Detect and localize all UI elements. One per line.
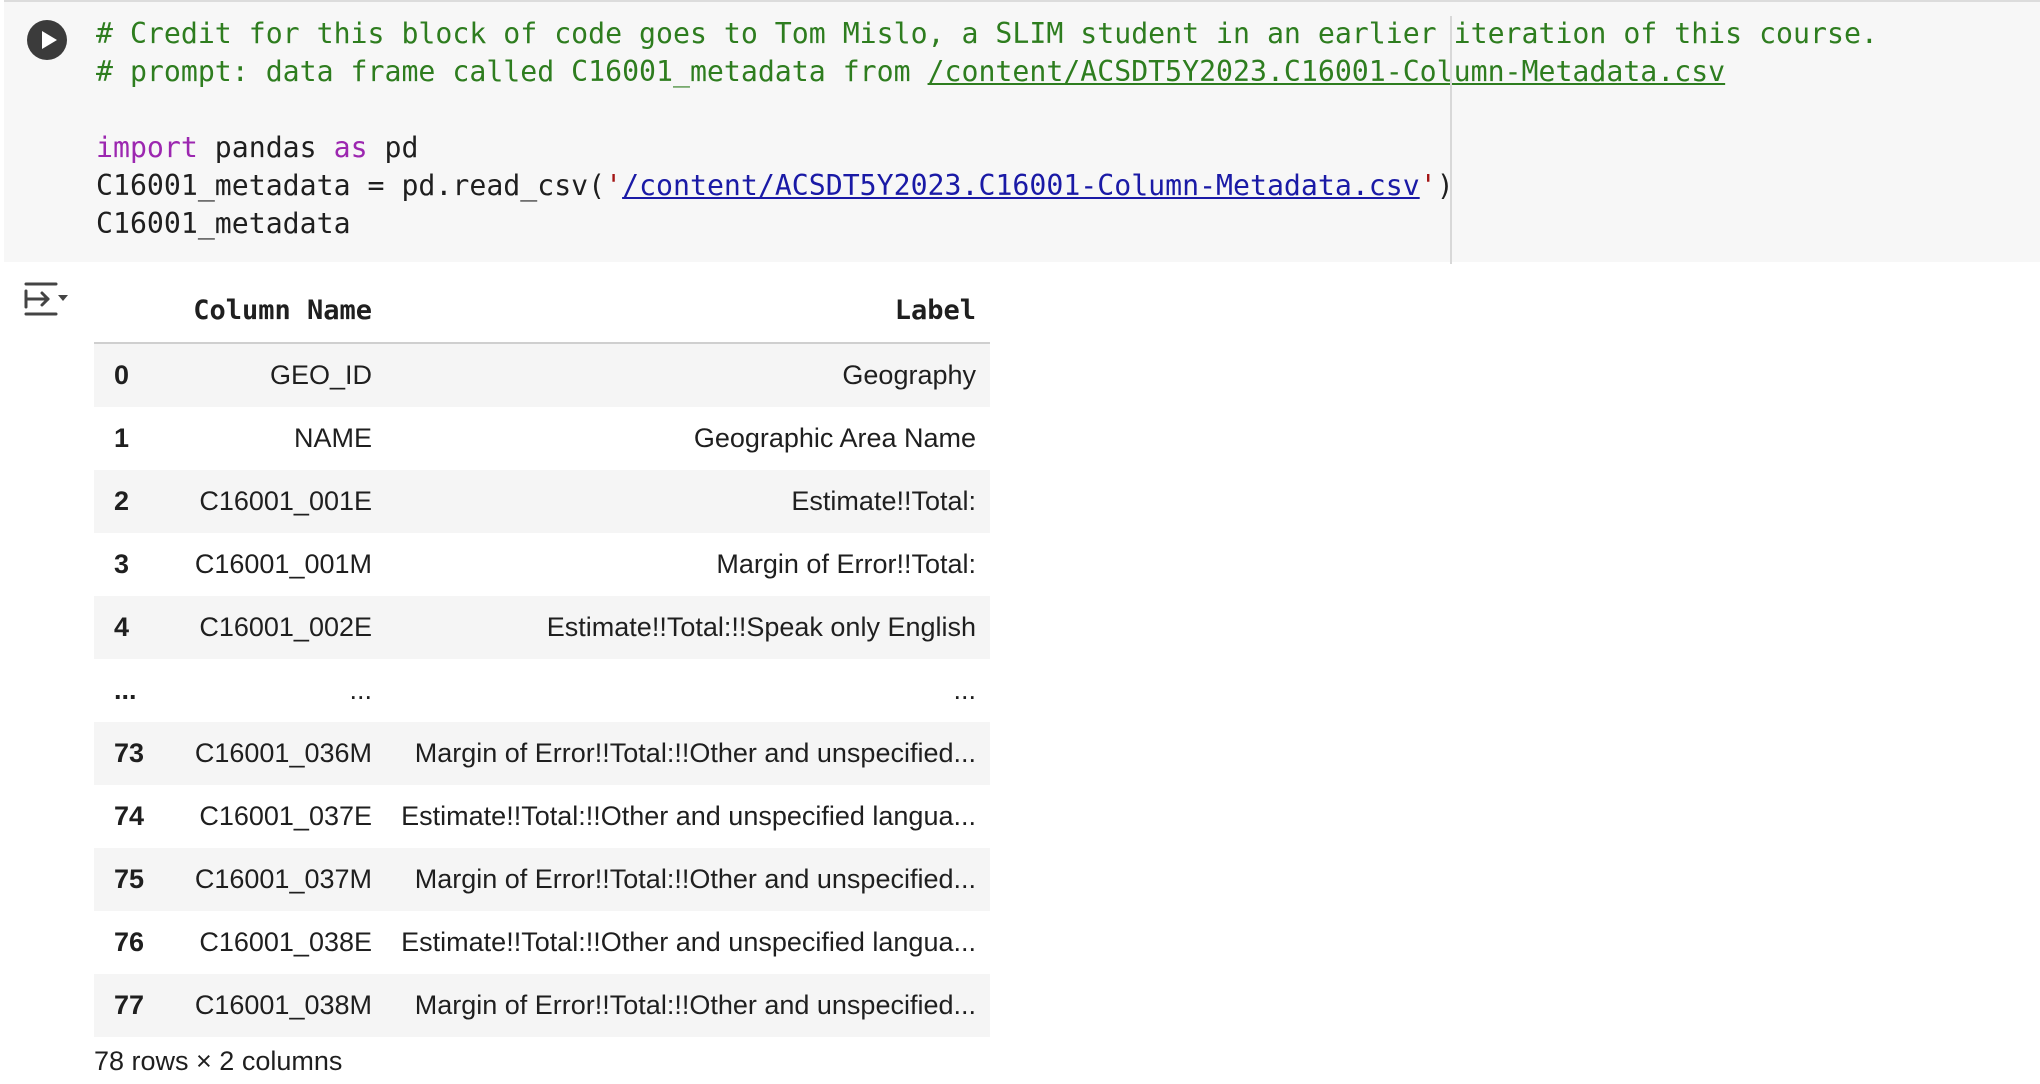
code-keyword: import [96,131,198,164]
table-row: 74 C16001_037E Estimate!!Total:!!Other and… [94,785,990,848]
row-index: 1 [114,423,130,453]
cell-label: Margin of Error!!Total:!!Other and unspe… [414,738,976,768]
table-row: 76 C16001_038E Estimate!!Total:!!Other and… [94,911,990,974]
table-row: 77 C16001_038M Margin of Error!!Total:!!Ot… [94,974,990,1037]
table-row: ......... [94,659,990,722]
code-comment: # prompt: data frame called C16001_metad… [96,55,928,88]
cell-column-name: C16001_001M [194,549,372,579]
table-row: 0 GEO_ID Geography [94,343,990,407]
row-index: 76 [114,927,145,957]
code-editor[interactable]: # Credit for this block of code goes to … [96,15,1878,243]
table-row: 3 C16001_001M Margin of Error!!Total: [94,533,990,596]
code-keyword: as [333,131,368,164]
cell-label: Estimate!!Total:!!Other and unspecified … [401,927,976,957]
cell-column-name: ... [349,675,372,705]
row-index: 0 [114,360,130,390]
code-text: C16001_metadata = pd.read_csv( [96,169,606,202]
table-row: 1 NAME Geographic Area Name [94,407,990,470]
table-row: 73 C16001_036M Margin of Error!!Total:!!Ot… [94,722,990,785]
code-string-quote: ' [1419,169,1437,202]
cell-column-name: GEO_ID [269,360,372,390]
code-text: C16001_metadata [96,207,351,240]
cell-column-name: C16001_037M [194,864,372,894]
cell-column-name: C16001_038E [199,927,372,957]
code-text: pd [367,131,419,164]
comment-file-link[interactable]: /content/ACSDT5Y2023.C16001-Column-Metad… [928,55,1726,88]
table-row: 2 C16001_001E Estimate!!Total: [94,470,990,533]
run-cell-button[interactable] [27,20,67,60]
dataframe-table: Column Name Label 0 GEO_ID Geography 1 NAME G… [94,278,990,1037]
code-cell[interactable]: # Credit for this block of code goes to … [4,0,2040,264]
cell-label: Margin of Error!!Total:!!Other and unspe… [414,990,976,1020]
column-header-column-name: Column Name [178,278,386,344]
cell-label: Estimate!!Total: [791,486,976,516]
code-text: pandas [197,131,334,164]
row-index: 3 [114,549,130,579]
code-line-1: # Credit for this block of code goes to … [96,15,1878,53]
row-index: ... [114,675,137,705]
cell-label: Estimate!!Total:!!Other and unspecified … [401,801,976,831]
cell-label: ... [953,675,976,705]
row-index: 74 [114,801,145,831]
table-header-row: Column Name Label [94,278,990,344]
row-index: 75 [114,864,145,894]
column-header-label: Label [386,278,990,344]
code-line-6: C16001_metadata [96,205,1878,243]
cell-label: Estimate!!Total:!!Speak only English [546,612,976,642]
cell-column-name: C16001_037E [199,801,372,831]
cell-column-name: C16001_001E [199,486,372,516]
table-row: 75 C16001_037M Margin of Error!!Total:!!Ot… [94,848,990,911]
cell-label: Geographic Area Name [693,423,976,453]
cell-label: Margin of Error!!Total:!!Other and unspe… [414,864,976,894]
table-row: 4 C16001_002E Estimate!!Total:!!Speak only… [94,596,990,659]
row-index: 2 [114,486,130,516]
code-file-link[interactable]: /content/ACSDT5Y2023.C16001-Column-Metad… [622,169,1420,202]
play-icon [42,31,57,49]
row-index: 4 [114,612,130,642]
cell-column-name: NAME [293,423,372,453]
cell-column-name: C16001_038M [194,990,372,1020]
row-index: 73 [114,738,145,768]
dataframe-shape: 78 rows × 2 columns [94,1046,343,1076]
output-toggle-button[interactable] [22,280,70,318]
code-comment: # Credit for this block of code goes to … [96,17,1878,50]
code-string-quote: ' [605,169,623,202]
code-line-5: C16001_metadata = pd.read_csv('/content/… [96,167,1878,205]
table-body: 0 GEO_ID Geography 1 NAME Geographic Area Nam… [94,343,990,1037]
code-line-4: import pandas as pd [96,129,1878,167]
index-header [94,278,178,344]
cell-column-name: C16001_036M [194,738,372,768]
code-line-2: # prompt: data frame called C16001_metad… [96,53,1878,91]
cell-column-name: C16001_002E [199,612,372,642]
cell-label: Margin of Error!!Total: [716,549,976,579]
line-length-ruler [1450,16,1452,264]
row-index: 77 [114,990,145,1020]
output-toggle-icon [24,282,68,316]
cell-label: Geography [842,360,976,390]
